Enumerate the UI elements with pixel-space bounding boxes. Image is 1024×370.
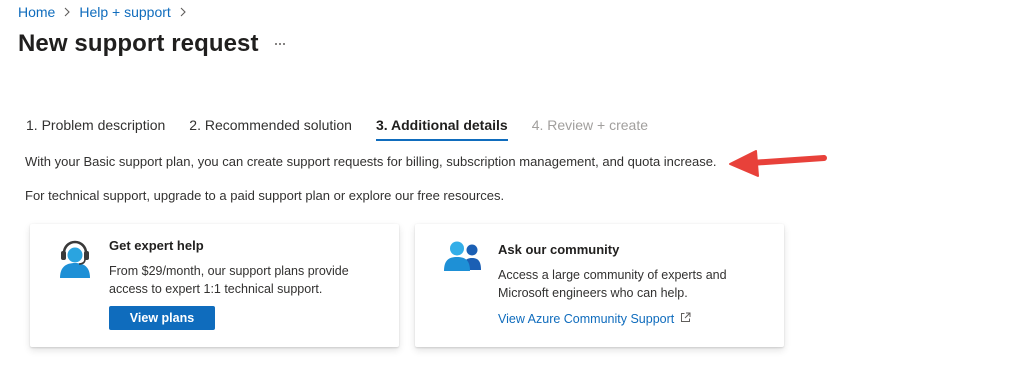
- view-azure-community-support-link[interactable]: View Azure Community Support: [498, 312, 691, 326]
- chevron-right-icon: [63, 7, 71, 17]
- wizard-tabs: 1. Problem description 2. Recommended so…: [14, 114, 660, 141]
- more-horizontal-icon[interactable]: [270, 36, 290, 52]
- people-community-icon: [443, 240, 483, 277]
- community-title: Ask our community: [498, 242, 620, 257]
- breadcrumb: Home Help + support: [18, 4, 195, 20]
- view-plans-button[interactable]: View plans: [109, 306, 215, 330]
- chevron-right-icon: [179, 7, 187, 17]
- page-title: New support request: [18, 30, 259, 57]
- expert-help-card: Get expert help From $29/month, our supp…: [30, 224, 399, 347]
- tab-additional-details[interactable]: 3. Additional details: [364, 114, 520, 141]
- external-link-icon: [680, 312, 691, 326]
- tab-review-create: 4. Review + create: [531, 117, 649, 133]
- community-card: Ask our community Access a large communi…: [415, 224, 784, 347]
- expert-help-description: From $29/month, our support plans provid…: [109, 264, 349, 296]
- expert-help-title: Get expert help: [109, 238, 204, 253]
- tab-problem-description[interactable]: 1. Problem description: [14, 114, 177, 141]
- community-description: Access a large community of experts and …: [498, 268, 727, 300]
- red-arrow-annotation: [729, 150, 827, 177]
- basic-plan-info-text: With your Basic support plan, you can cr…: [25, 154, 717, 169]
- breadcrumb-home[interactable]: Home: [18, 4, 55, 20]
- headset-person-icon: [58, 238, 92, 283]
- tab-recommended-solution[interactable]: 2. Recommended solution: [177, 114, 364, 141]
- technical-support-info-text: For technical support, upgrade to a paid…: [25, 188, 505, 203]
- breadcrumb-help-support[interactable]: Help + support: [79, 4, 170, 20]
- community-link-label: View Azure Community Support: [498, 312, 675, 326]
